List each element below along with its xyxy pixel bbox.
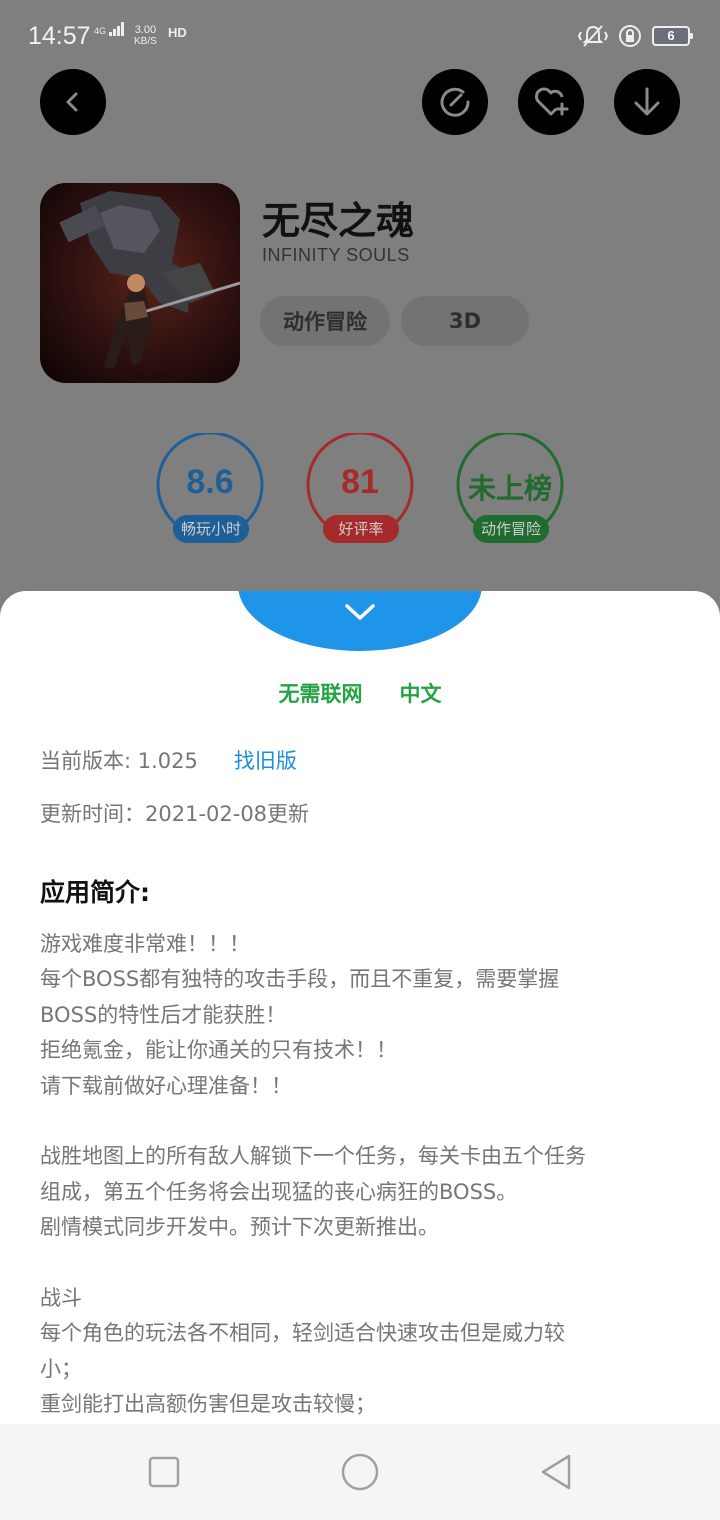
home-button[interactable] (340, 1452, 380, 1492)
hd-indicator: HD (168, 25, 187, 40)
download-button[interactable] (614, 69, 680, 135)
signal-icon (109, 22, 125, 36)
description-line: 请下载前做好心理准备！！ (40, 1073, 292, 1098)
description-line: 战斗 (40, 1286, 82, 1311)
favorite-button[interactable] (518, 69, 584, 135)
square-icon (148, 1456, 180, 1488)
status-right: 6 (578, 24, 693, 48)
refresh-button[interactable] (422, 69, 488, 135)
back-nav-button[interactable] (536, 1452, 576, 1492)
refresh-icon (440, 87, 470, 117)
app-title: 无尽之魂 (262, 199, 415, 243)
rating-rank: 未上榜 动作冒险 (455, 433, 565, 543)
description-line (40, 1104, 670, 1139)
network-speed: 3.00 KB/S (134, 24, 157, 48)
circle-icon (341, 1453, 379, 1491)
chevron-down-icon (345, 604, 375, 620)
tag-3d[interactable]: 3D (401, 296, 529, 346)
feature-offline: 无需联网 (278, 682, 363, 706)
app-subtitle: INFINITY SOULS (262, 245, 410, 265)
description-line: 拒绝氪金，能让你通关的只有技术！！ (40, 1038, 397, 1063)
rating-label: 好评率 (323, 515, 399, 543)
detail-sheet: 无需联网 中文 当前版本: 1.025 找旧版 更新时间：2021-02-08更新… (0, 591, 720, 1424)
game-artwork (40, 183, 240, 383)
rating-value: 8.6 (186, 463, 234, 501)
description-line: 战胜地图上的所有敌人解锁下一个任务，每关卡由五个任务 (40, 1144, 586, 1169)
description-line: BOSS的特性后才能获胜！ (40, 1002, 287, 1027)
collapse-sheet-button[interactable] (238, 591, 482, 651)
speed-unit: KB/S (134, 36, 157, 47)
rating-label: 动作冒险 (473, 515, 549, 543)
network-type: 4G (94, 26, 107, 36)
tag-genre[interactable]: 动作冒险 (260, 296, 390, 346)
triangle-back-icon (541, 1454, 571, 1490)
description-line (40, 1246, 670, 1281)
status-time: 14:57 (28, 22, 91, 50)
heart-plus-icon (535, 87, 569, 116)
rotation-lock-icon (619, 25, 641, 47)
system-nav-bar (0, 1424, 720, 1520)
chevron-left-icon (66, 92, 78, 112)
description-line: 组成，第五个任务将会出现猛的丧心病狂的BOSS。 (40, 1179, 518, 1204)
rating-value: 未上榜 (467, 473, 552, 504)
update-time: 更新时间：2021-02-08更新 (40, 802, 310, 826)
version-label: 当前版本: 1.025 (40, 749, 198, 773)
description-line: 剧情模式同步开发中。预计下次更新推出。 (40, 1215, 439, 1240)
battery-indicator: 6 (652, 26, 693, 46)
app-description: 游戏难度非常难！！！ 每个BOSS都有独特的攻击手段，而且不重复，需要掌握 BO… (40, 927, 670, 1423)
vibrate-icon (578, 25, 608, 47)
network-indicator: 4G (94, 22, 125, 37)
download-icon (634, 87, 660, 116)
rating-approval: 81 好评率 (305, 433, 415, 543)
app-icon (40, 183, 240, 383)
status-bar: 14:57 4G 3.00 KB/S HD 6 (0, 0, 720, 72)
description-line: 小； (40, 1356, 82, 1381)
old-version-link[interactable]: 找旧版 (234, 749, 297, 773)
description-line: 每个角色的玩法各不相同，轻剑适合快速攻击但是威力较 (40, 1321, 565, 1346)
rating-value: 81 (341, 463, 379, 501)
version-row: 当前版本: 1.025 找旧版 (40, 745, 297, 775)
rating-label: 畅玩小时 (173, 515, 249, 543)
description-line: 游戏难度非常难！！！ (40, 932, 250, 956)
intro-title: 应用简介: (40, 878, 150, 907)
back-button[interactable] (40, 69, 106, 135)
description-line: 重剑能打出高额伤害但是攻击较慢； (40, 1392, 376, 1417)
feature-tags: 无需联网 中文 (0, 678, 720, 708)
feature-chinese: 中文 (399, 682, 442, 706)
rating-playtime: 8.6 畅玩小时 (155, 433, 265, 543)
speed-value: 3.00 (134, 24, 157, 36)
recents-button[interactable] (144, 1452, 184, 1492)
description-line: 每个BOSS都有独特的攻击手段，而且不重复，需要掌握 (40, 967, 560, 992)
